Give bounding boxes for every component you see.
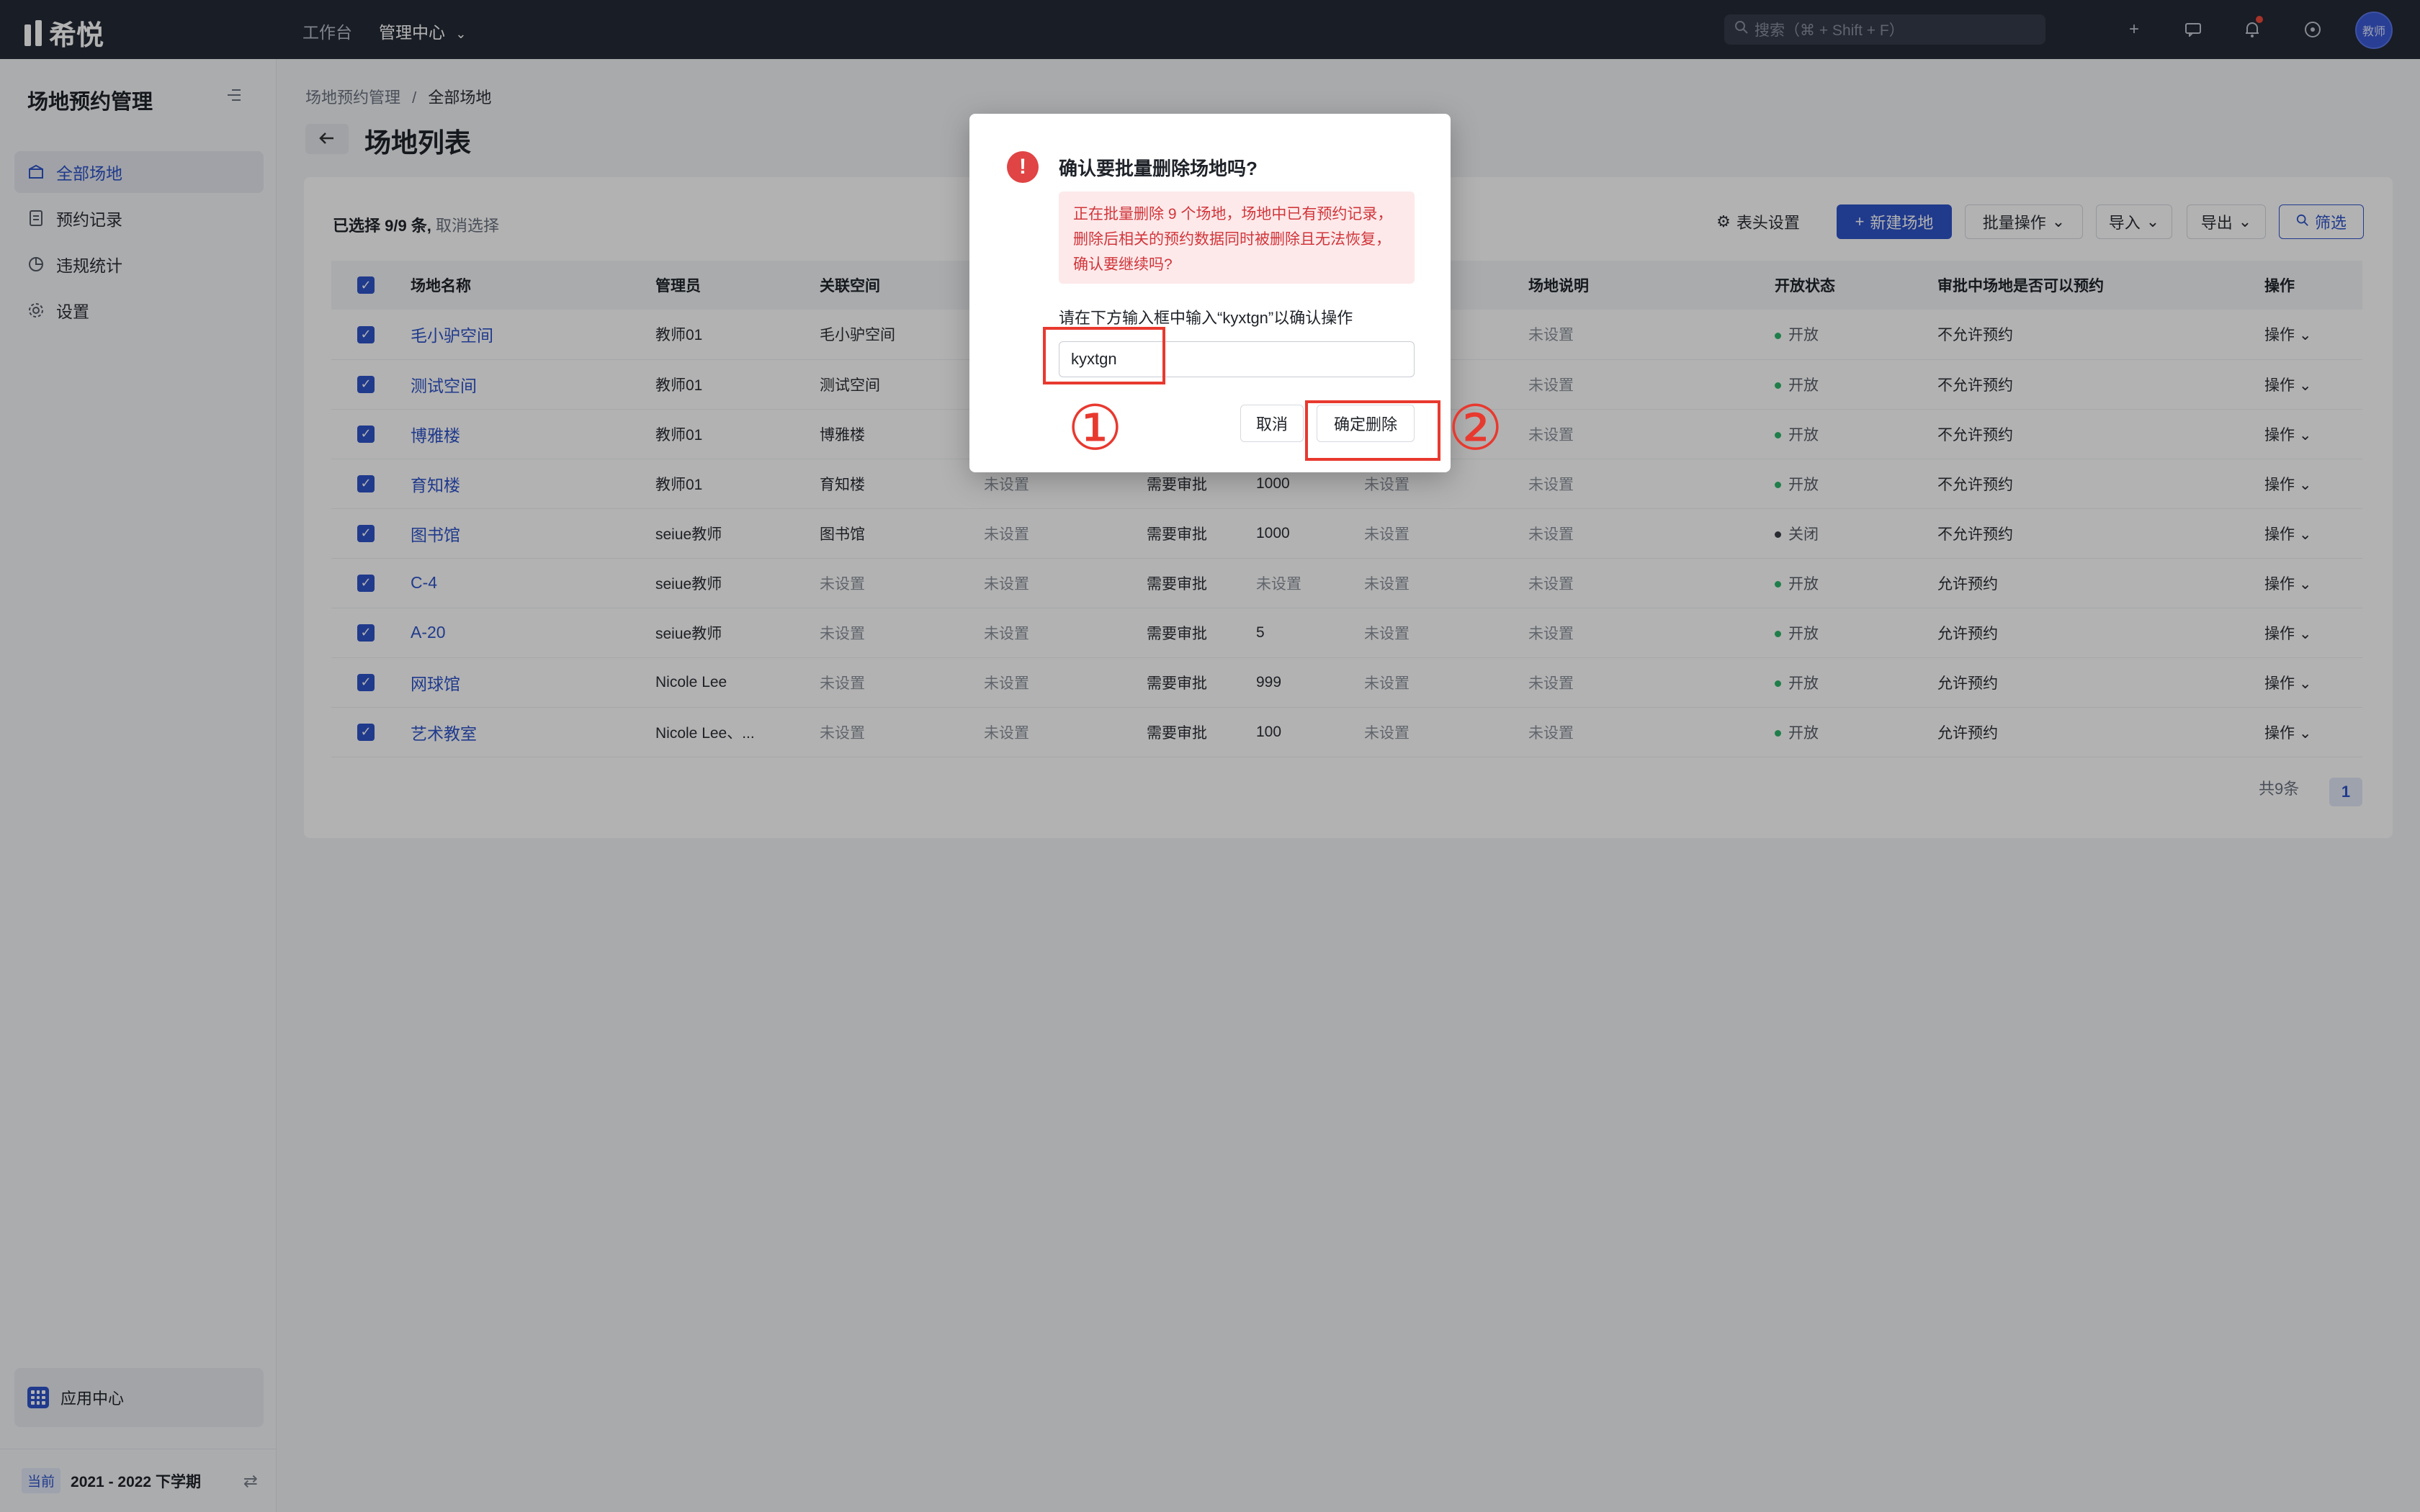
warning-icon: !: [1007, 151, 1039, 183]
cancel-button[interactable]: 取消: [1240, 405, 1304, 442]
dialog-alert: 正在批量删除 9 个场地，场地中已有预约记录，删除后相关的预约数据同时被删除且无…: [1059, 192, 1415, 284]
annotation-box-step1: [1043, 327, 1165, 384]
annotation-number-step2: ②: [1448, 392, 1504, 464]
dialog-title: 确认要批量删除场地吗?: [1059, 158, 1258, 179]
dialog-hint: 请在下方输入框中输入“kyxtgn”以确认操作: [1059, 309, 1353, 327]
annotation-box-step2: [1305, 400, 1440, 461]
annotation-number-step1: ①: [1067, 392, 1124, 464]
